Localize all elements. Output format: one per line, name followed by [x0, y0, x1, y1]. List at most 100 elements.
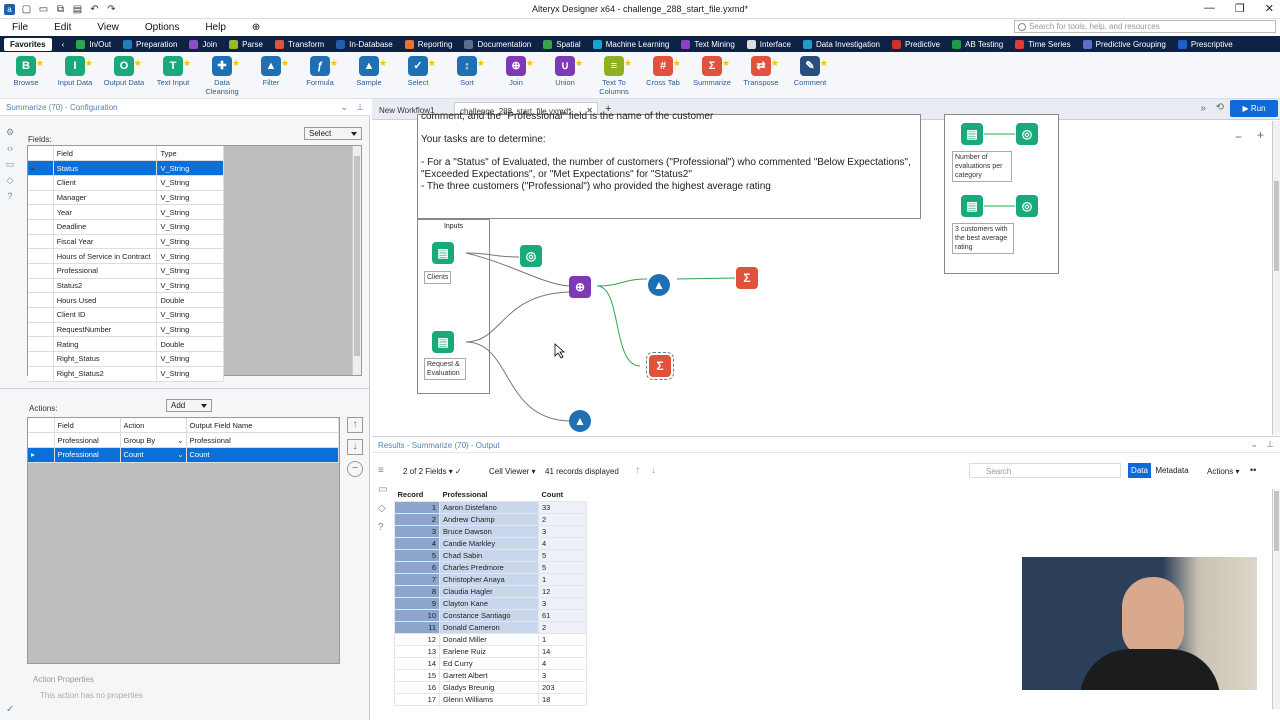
tool-join[interactable]: ⊕ ★ Join [492, 56, 540, 87]
tool-comment[interactable]: ✎ ★ Comment [786, 56, 834, 87]
category-in-database[interactable]: In-Database [336, 39, 393, 49]
field-row[interactable]: Status2 V_String [28, 278, 224, 294]
favorite-star-icon[interactable]: ★ [232, 58, 240, 69]
favorite-star-icon[interactable]: ★ [477, 58, 485, 69]
gear-icon[interactable]: ⚙ [4, 127, 16, 137]
action-row[interactable]: Professional Group By ⌄ Professional [28, 432, 339, 448]
category-spatial[interactable]: Spatial [543, 39, 581, 49]
select-dropdown[interactable]: Select [304, 127, 362, 140]
table-icon[interactable]: ≡ [378, 465, 387, 476]
table-row[interactable]: 8 Claudia Hagler 12 [394, 584, 587, 598]
category-text-mining[interactable]: Text Mining [681, 39, 735, 49]
category-transform[interactable]: Transform [275, 39, 324, 49]
category-data-investigation[interactable]: Data Investigation [802, 39, 880, 49]
favorite-star-icon[interactable]: ★ [85, 58, 93, 69]
table-row[interactable]: 7 Christopher Anaya 1 [394, 572, 587, 586]
actions-col-field[interactable]: Field [54, 418, 121, 434]
category-reporting[interactable]: Reporting [404, 39, 452, 49]
column-header-type[interactable]: Type [156, 146, 224, 162]
close-icon[interactable]: ✕ [1265, 2, 1274, 15]
field-row[interactable]: Hours Used Double [28, 292, 224, 309]
cell-viewer-dropdown[interactable]: Cell Viewer ▾ [489, 467, 536, 476]
tag-icon[interactable]: ◇ [378, 503, 387, 514]
table-row[interactable]: 12 Donald Miller 1 [394, 632, 587, 646]
field-row[interactable]: Client V_String [28, 175, 224, 191]
move-up-icon[interactable]: ↑ [347, 417, 363, 433]
join-node[interactable]: ⊕ [569, 276, 591, 298]
field-row[interactable]: Right_Status V_String [28, 351, 224, 367]
table-row[interactable]: 6 Charles Predmore 5 [394, 560, 587, 574]
summarize-node-selected[interactable]: Σ [646, 352, 674, 380]
results-scrollbar[interactable] [1272, 489, 1280, 709]
favorite-star-icon[interactable]: ★ [281, 58, 289, 69]
tool-transpose[interactable]: ⇄ ★ Transpose [737, 56, 785, 87]
field-row[interactable]: ▸ Status V_String [28, 160, 224, 176]
pin-icon[interactable]: ⊥ [356, 102, 364, 113]
results-col-record[interactable]: Record [395, 489, 440, 501]
help-icon[interactable]: ? [4, 191, 16, 201]
field-row[interactable]: Client ID V_String [28, 307, 224, 323]
collapse-results-icon[interactable]: ⌄ [1250, 439, 1258, 450]
table-row[interactable]: 5 Chad Sabin 5 [394, 548, 587, 562]
actions-col-output[interactable]: Output Field Name [186, 418, 339, 434]
field-row[interactable]: Manager V_String [28, 190, 224, 206]
minimize-icon[interactable]: — [1204, 2, 1215, 15]
field-row[interactable]: Year V_String [28, 204, 224, 220]
output-node-1[interactable]: ▤ [961, 123, 983, 145]
nav-down-icon[interactable]: ↓ [651, 465, 656, 476]
table-row[interactable]: 2 Andrew Champ 2 [394, 512, 587, 526]
scroll-left-icon[interactable]: ‹ [62, 40, 65, 49]
menu-file[interactable]: File [12, 22, 28, 33]
field-row[interactable]: RequestNumber V_String [28, 322, 224, 338]
profile-icon[interactable]: ▭ [378, 484, 387, 495]
menu-view[interactable]: View [97, 22, 119, 33]
favorite-star-icon[interactable]: ★ [624, 58, 632, 69]
favorite-star-icon[interactable]: ★ [526, 58, 534, 69]
annotation-icon[interactable]: ▭ [4, 159, 16, 169]
results-search-input[interactable]: Search [969, 463, 1121, 478]
browse-node-2[interactable]: ◎ [1016, 123, 1038, 145]
favorite-star-icon[interactable]: ★ [36, 58, 44, 69]
favorite-star-icon[interactable]: ★ [722, 58, 730, 69]
category-in-out[interactable]: In/Out [76, 39, 111, 49]
filter-node[interactable]: ▲ [648, 274, 670, 296]
tool-browse[interactable]: B ★ Browse [2, 56, 50, 87]
favorite-star-icon[interactable]: ★ [820, 58, 828, 69]
remove-icon[interactable]: − [347, 461, 363, 477]
nav-up-icon[interactable]: ↑ [635, 465, 640, 476]
favorite-star-icon[interactable]: ★ [330, 58, 338, 69]
menu-edit[interactable]: Edit [54, 22, 71, 33]
help-results-icon[interactable]: ? [378, 522, 387, 533]
input-data-request-node[interactable]: ▤ [432, 331, 454, 353]
category-time-series[interactable]: Time Series [1015, 39, 1071, 49]
pin-results-icon[interactable]: ⊥ [1266, 439, 1274, 450]
tool-input-data[interactable]: I ★ Input Data [51, 56, 99, 87]
fields-scrollbar[interactable] [352, 146, 361, 375]
actions-dropdown[interactable]: Actions ▾ [1207, 467, 1239, 476]
favorite-star-icon[interactable]: ★ [575, 58, 583, 69]
category-predictive-grouping[interactable]: Predictive Grouping [1082, 39, 1166, 49]
action-dropdown[interactable]: Count ⌄ [120, 447, 187, 463]
field-row[interactable]: Deadline V_String [28, 219, 224, 235]
table-row[interactable]: 4 Candie Markley 4 [394, 536, 587, 550]
tool-data-cleansing[interactable]: ✚ ★ Data Cleansing [198, 56, 246, 96]
summarize-node[interactable]: Σ [736, 267, 758, 289]
metadata-button[interactable]: Metadata [1153, 463, 1191, 478]
category-interface[interactable]: Interface [746, 39, 791, 49]
more-icon[interactable]: •• [1250, 465, 1256, 475]
category-ab-testing[interactable]: AB Testing [952, 39, 1003, 49]
zoom-out-icon[interactable]: − [1235, 130, 1242, 144]
favorite-star-icon[interactable]: ★ [771, 58, 779, 69]
data-button[interactable]: Data [1128, 463, 1151, 478]
table-row[interactable]: 9 Clayton Kane 3 [394, 596, 587, 610]
results-col-professional[interactable]: Professional [440, 489, 539, 501]
tool-output-data[interactable]: O ★ Output Data [100, 56, 148, 87]
tool-filter[interactable]: ▲ ★ Filter [247, 56, 295, 87]
tool-sort[interactable]: ↕ ★ Sort [443, 56, 491, 87]
restore-icon[interactable]: ❐ [1235, 2, 1245, 15]
collapse-icon[interactable]: ⌄ [340, 102, 348, 113]
tool-cross-tab[interactable]: # ★ Cross Tab [639, 56, 687, 87]
field-row[interactable]: Right_Status2 V_String [28, 366, 224, 382]
table-row[interactable]: 13 Earlene Ruiz 14 [394, 644, 587, 658]
table-row[interactable]: 16 Gladys Breunig 203 [394, 680, 587, 694]
